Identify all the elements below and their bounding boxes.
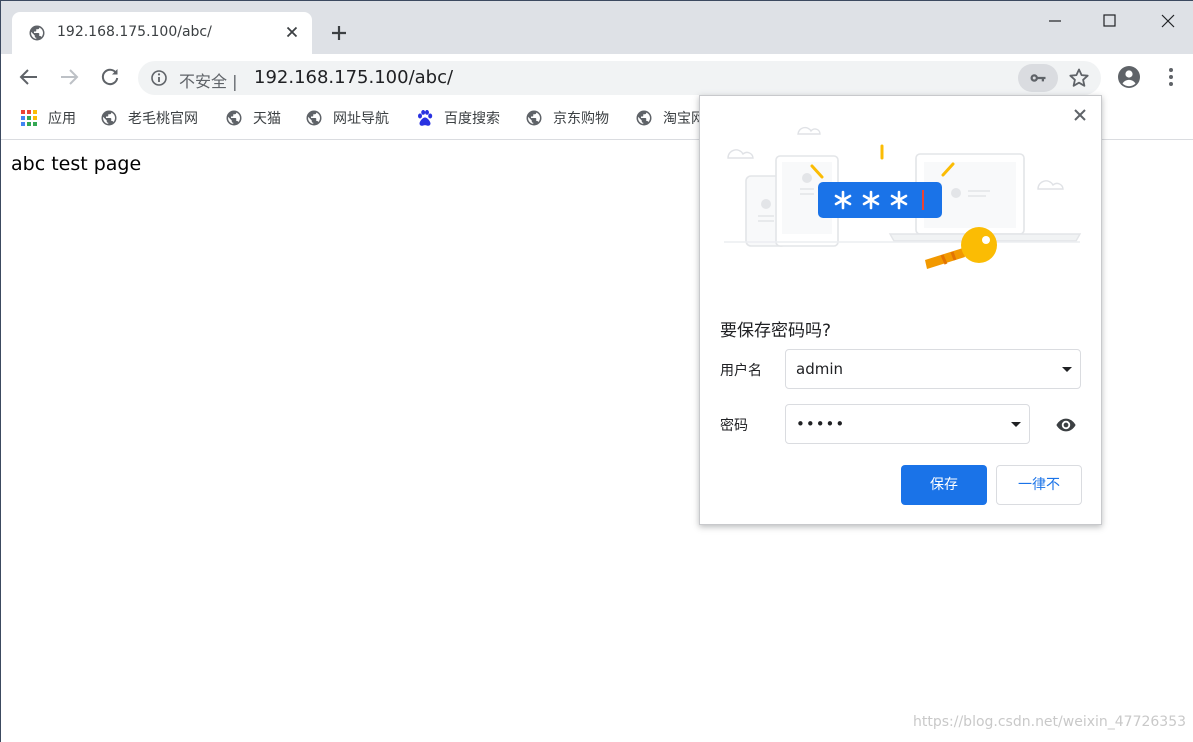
minimize-icon[interactable] — [1045, 11, 1065, 31]
username-value: admin — [796, 360, 843, 378]
bookmark-label: 百度搜索 — [444, 111, 500, 127]
bookmark-label: 应用 — [48, 111, 76, 127]
password-label: 密码 — [720, 418, 748, 434]
password-key-button[interactable] — [1018, 64, 1058, 92]
password-value: ••••• — [796, 415, 846, 433]
globe-icon — [226, 110, 242, 126]
save-button[interactable]: 保存 — [901, 465, 987, 505]
bookmark-star-icon[interactable] — [1067, 66, 1091, 90]
security-label: 不安全 — [179, 72, 228, 91]
bookmark-baidu[interactable]: 百度搜索 — [416, 108, 500, 128]
globe-icon — [636, 110, 652, 126]
tab-active[interactable]: 192.168.175.100/abc/ — [12, 12, 312, 54]
forward-arrow-icon[interactable] — [57, 65, 81, 89]
browser-window: 192.168.175.100/abc/ 不安全 | 192.168.175.1… — [0, 0, 1193, 742]
toolbar: 不安全 | 192.168.175.100/abc/ — [1, 54, 1193, 100]
close-tab-icon[interactable] — [284, 24, 300, 40]
info-icon[interactable] — [150, 69, 168, 87]
page-body-text: abc test page — [11, 153, 142, 175]
show-password-eye-icon[interactable] — [1055, 414, 1077, 436]
save-password-dialog: 要保存密码吗? 用户名 admin 密码 ••••• 保存 一律不 — [699, 95, 1102, 525]
profile-avatar-icon[interactable] — [1117, 65, 1141, 89]
kebab-menu-icon[interactable] — [1159, 65, 1183, 89]
bookmark-apps[interactable]: 应用 — [20, 108, 76, 128]
bookmark-taobao[interactable]: 淘宝网 — [635, 108, 705, 128]
bookmark-label: 老毛桃官网 — [128, 111, 198, 127]
bookmark-jd[interactable]: 京东购物 — [525, 108, 609, 128]
tab-title: 192.168.175.100/abc/ — [57, 24, 212, 40]
password-dropdown[interactable]: ••••• — [785, 404, 1030, 444]
security-separator: | — [232, 72, 238, 91]
url-text[interactable]: 192.168.175.100/abc/ — [254, 67, 453, 88]
reload-icon[interactable] — [98, 65, 122, 89]
password-illustration — [724, 126, 1082, 269]
globe-icon — [306, 110, 322, 126]
apps-grid-icon — [21, 110, 37, 126]
username-label: 用户名 — [720, 363, 762, 379]
security-status: 不安全 | — [179, 68, 238, 92]
bookmark-tmall[interactable]: 天猫 — [225, 108, 281, 128]
dialog-title: 要保存密码吗? — [720, 321, 832, 341]
bookmark-label: 网址导航 — [333, 111, 389, 127]
chevron-down-icon — [1011, 422, 1021, 427]
globe-icon — [101, 110, 117, 126]
tab-strip: 192.168.175.100/abc/ — [1, 1, 1193, 54]
bookmark-label: 天猫 — [253, 111, 281, 127]
bookmark-laomaotao[interactable]: 老毛桃官网 — [100, 108, 198, 128]
globe-icon — [29, 25, 45, 41]
chevron-down-icon — [1062, 367, 1072, 372]
watermark-text: https://blog.csdn.net/weixin_47726353 — [913, 714, 1187, 730]
window-close-icon[interactable] — [1158, 11, 1178, 31]
address-bar[interactable]: 不安全 | 192.168.175.100/abc/ — [138, 61, 1101, 95]
new-tab-plus-icon[interactable] — [327, 21, 351, 45]
key-icon — [1030, 74, 1046, 82]
globe-icon — [526, 110, 542, 126]
maximize-icon[interactable] — [1100, 11, 1120, 31]
bookmark-label: 京东购物 — [553, 111, 609, 127]
bookmark-nav[interactable]: 网址导航 — [305, 108, 389, 128]
baidu-paw-icon — [418, 110, 433, 126]
never-button[interactable]: 一律不 — [996, 465, 1082, 505]
back-arrow-icon[interactable] — [17, 65, 41, 89]
username-dropdown[interactable]: admin — [785, 349, 1081, 389]
